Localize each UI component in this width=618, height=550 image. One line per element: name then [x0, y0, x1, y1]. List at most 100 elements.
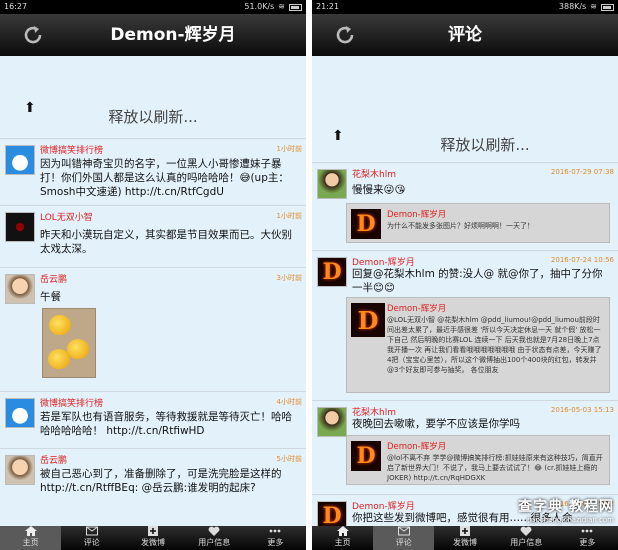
tab-user-info[interactable]: 用户信息	[496, 526, 557, 550]
tab-home[interactable]: 主页	[0, 526, 62, 550]
avatar: D	[351, 303, 385, 337]
avatar[interactable]	[5, 455, 35, 485]
user-name[interactable]: 微博搞笑排行榜	[40, 396, 103, 409]
tab-home[interactable]: 主页	[312, 526, 373, 550]
avatar[interactable]	[5, 274, 35, 304]
battery-icon	[601, 3, 614, 11]
left-phone-screen: 16:27 51.0K/s ≋ Demon-辉岁月 ⬆ 释放以刷新... 微博搞…	[0, 0, 306, 550]
tab-label: 用户信息	[198, 538, 231, 547]
heart-icon	[520, 526, 532, 536]
list-item[interactable]: 花梨木hlm 2016-05-03 15:13 夜晚回去嗽嗽，要学不应该是你学吗…	[312, 400, 618, 492]
quoted-post[interactable]: D Demon-辉岁月 @lol不离不弃 学学@微博搞笑排行榜:抓娃娃原来有这种…	[346, 435, 610, 485]
list-item[interactable]: D Demon-辉岁月 2016-07-24 10:56 回复@花梨木hlm 的…	[312, 250, 618, 398]
post-text: 午餐	[40, 291, 61, 303]
comment-time: 2016-07-24 10:56	[550, 256, 614, 264]
quoted-text: @lol不离不弃 学学@微博搞笑排行榜:抓娃娃原来有这种技巧，简直开启了新世界大…	[387, 454, 603, 482]
post-time: 5小时前	[276, 455, 302, 463]
quoted-user-name: Demon-辉岁月	[387, 304, 447, 314]
post-image[interactable]	[42, 308, 96, 378]
quoted-text: 为什么不能发多张图片？好烦啊啊啊！一天了！	[387, 222, 534, 230]
status-time: 21:21	[316, 2, 340, 11]
tab-label: 发微博	[453, 538, 477, 547]
post-text: 若是军队也有语音服务，等待救援就是等待灭亡！哈哈哈哈哈哈哈！ http://t.…	[40, 411, 292, 437]
post-time: 3小时前	[276, 274, 302, 282]
list-item[interactable]: 岳云鹏 5小时前 被自己恶心到了，准备删除了，可是洗完脸是这样的 http://…	[0, 448, 306, 528]
page-title: 评论	[448, 25, 482, 45]
quoted-text: @LOL无双小智 @花梨木hlm @pdd_liumou!@pdd_liumou…	[387, 316, 602, 374]
comment-time: 2016-05-03 15:13	[550, 406, 614, 414]
right-phone-screen: 21:21 388K/s ≋ 评论 ⬆ 释放以刷新... 花梨木hlm 2016…	[312, 0, 618, 550]
tab-label: 更多	[267, 538, 284, 547]
mail-icon	[397, 526, 410, 536]
quoted-post[interactable]: D Demon-辉岁月 @LOL无双小智 @花梨木hlm @pdd_liumou…	[346, 297, 610, 393]
comment-text: 夜晚回去嗽嗽，要学不应该是你学吗	[352, 418, 520, 430]
user-name[interactable]: 花梨木hlm	[352, 167, 396, 180]
quoted-user-name: Demon-辉岁月	[387, 442, 447, 452]
tab-comments[interactable]: 评论	[61, 526, 122, 550]
wifi-icon: ≋	[278, 2, 285, 11]
user-name[interactable]: 微博搞笑排行榜	[40, 143, 103, 156]
wifi-icon: ≋	[590, 2, 597, 11]
post-text: 因为叫错神奇宝贝的名字，一位黑人小哥惨遭妹子暴打！你们外国人都是这么认真的吗哈哈…	[40, 158, 289, 198]
quoted-post[interactable]: D Demon-辉岁月 为什么不能发多张图片？好烦啊啊啊！一天了！	[346, 203, 610, 243]
more-dots-icon	[582, 529, 593, 533]
avatar[interactable]	[5, 212, 35, 242]
title-bar: 评论	[312, 14, 618, 56]
avatar[interactable]	[5, 398, 35, 428]
post-time: 1小时前	[276, 145, 302, 153]
mail-icon	[85, 526, 98, 536]
watermark: 查字典 教程网 jiaocheng.chazidian.com	[518, 496, 614, 524]
tab-post[interactable]: 发微博	[434, 526, 495, 550]
tab-label: 发微博	[141, 538, 165, 547]
list-item[interactable]: 微博搞笑排行榜 4小时前 若是军队也有语音服务，等待救援就是等待灭亡！哈哈哈哈哈…	[0, 391, 306, 446]
avatar: D	[351, 441, 381, 471]
more-dots-icon	[270, 529, 281, 533]
tab-user-info[interactable]: 用户信息	[184, 526, 245, 550]
comment-text: 回复@花梨木hlm 的赞:没人@ 就@你了，抽中了分你一半😊😊	[352, 268, 603, 294]
avatar[interactable]	[5, 145, 35, 175]
avatar[interactable]	[317, 169, 347, 199]
tab-comments[interactable]: 评论	[373, 526, 435, 550]
user-name[interactable]: LOL无双小智	[40, 210, 93, 223]
tab-more[interactable]: 更多	[245, 526, 306, 550]
list-item[interactable]: 花梨木hlm 2016-07-29 07:38 慢慢来😜😘 D Demon-辉岁…	[312, 162, 618, 248]
title-bar: Demon-辉岁月	[0, 14, 306, 56]
page-title: Demon-辉岁月	[110, 25, 236, 45]
pull-to-refresh-text: 释放以刷新...	[108, 108, 198, 126]
quoted-user-name: Demon-辉岁月	[387, 210, 447, 220]
bottom-tab-bar: 主页 评论 发微博 用户信息 更多	[312, 526, 618, 550]
tab-label: 用户信息	[510, 538, 543, 547]
list-item[interactable]: 岳云鹏 3小时前 午餐	[0, 267, 306, 389]
network-speed: 51.0K/s	[244, 2, 275, 11]
post-text: 被自己恶心到了，准备删除了，可是洗完脸是这样的 http://t.cn/Rtff…	[40, 468, 282, 494]
tab-label: 评论	[83, 538, 100, 547]
tab-post[interactable]: 发微博	[122, 526, 183, 550]
heart-icon	[208, 526, 220, 536]
watermark-main: 查字典 教程网	[518, 499, 614, 515]
post-time: 4小时前	[276, 398, 302, 406]
user-name[interactable]: 岳云鹏	[40, 272, 67, 285]
home-icon	[24, 526, 37, 536]
home-icon	[336, 526, 349, 536]
network-speed: 388K/s	[558, 2, 587, 11]
avatar: D	[351, 209, 381, 239]
tab-label: 主页	[22, 538, 39, 547]
list-item[interactable]: 微博搞笑排行榜 1小时前 因为叫错神奇宝贝的名字，一位黑人小哥惨遭妹子暴打！你们…	[0, 138, 306, 203]
battery-icon	[289, 3, 302, 11]
post-text: 昨天和小漠玩自定义，其实都是节目效果而已。大伙别太戏太深。	[40, 229, 292, 255]
avatar[interactable]	[317, 407, 347, 437]
plus-icon	[460, 526, 470, 536]
status-time: 16:27	[4, 2, 28, 11]
plus-icon	[148, 526, 158, 536]
tab-more[interactable]: 更多	[557, 526, 618, 550]
status-bar: 16:27 51.0K/s ≋	[0, 0, 306, 14]
user-name[interactable]: 岳云鹏	[40, 453, 67, 466]
list-item[interactable]: LOL无双小智 1小时前 昨天和小漠玩自定义，其实都是节目效果而已。大伙别太戏太…	[0, 205, 306, 265]
pull-to-refresh-text: 释放以刷新...	[440, 136, 530, 154]
post-time: 1小时前	[276, 212, 302, 220]
bottom-tab-bar: 主页 评论 发微博 用户信息 更多	[0, 526, 306, 550]
tab-label: 评论	[395, 538, 412, 547]
status-bar: 21:21 388K/s ≋	[312, 0, 618, 14]
avatar[interactable]: D	[317, 257, 347, 287]
comment-text: 慢慢来😜😘	[352, 184, 406, 196]
